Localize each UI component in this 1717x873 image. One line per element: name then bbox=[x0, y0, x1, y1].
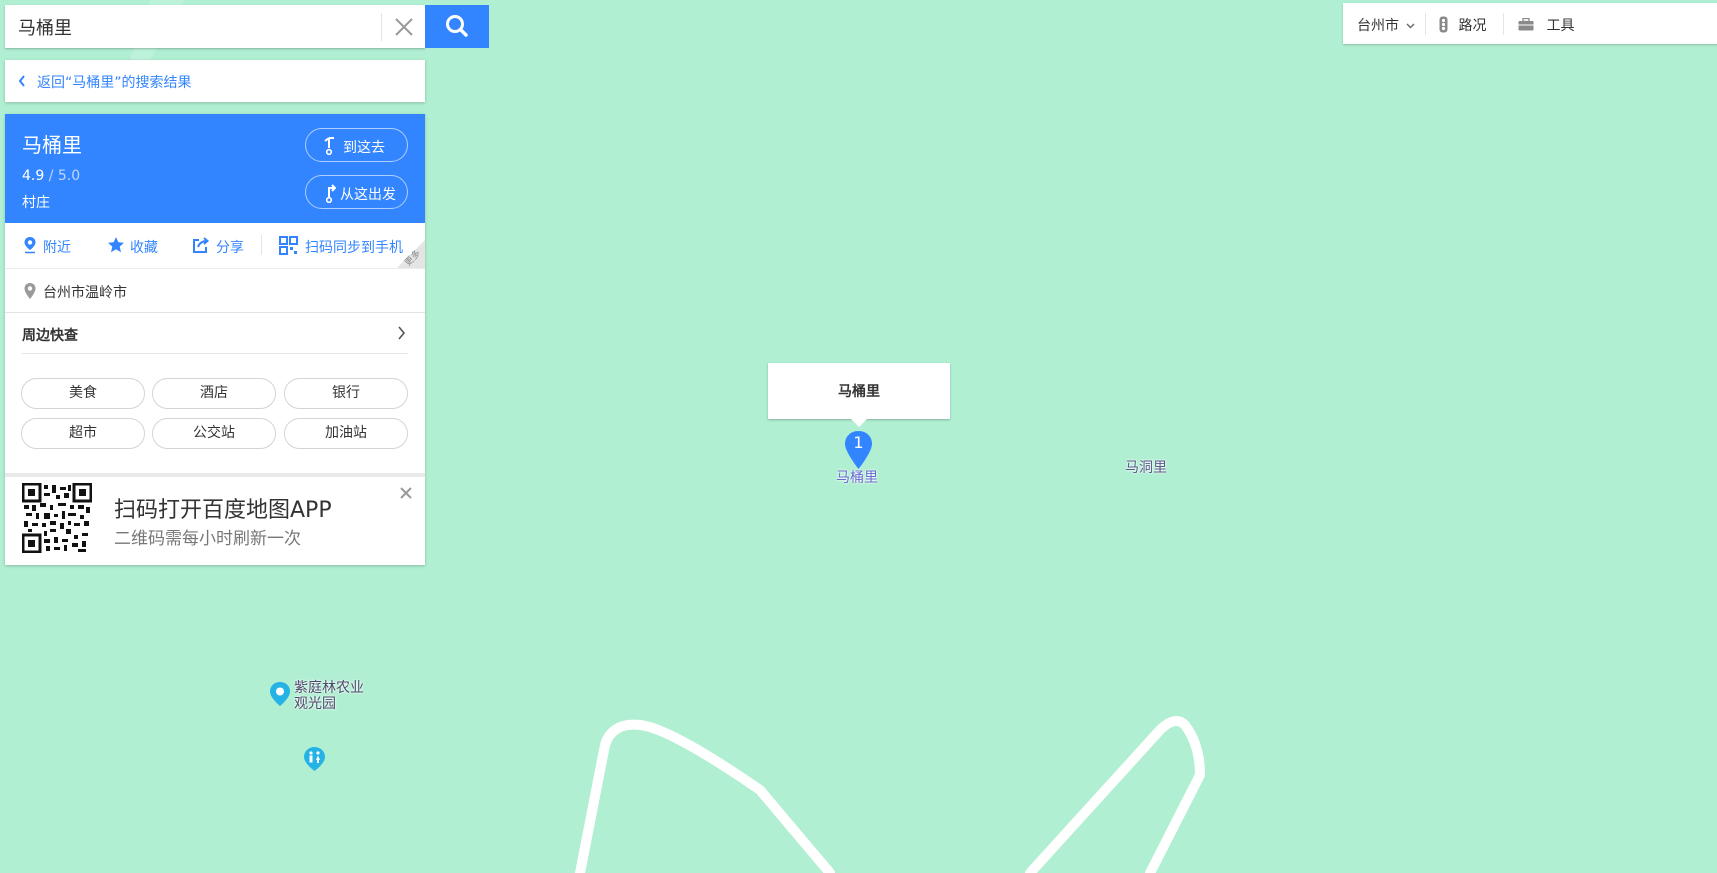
qr-promo-subtitle: 二维码需每小时刷新一次 bbox=[114, 529, 301, 549]
back-to-results-bar[interactable]: 返回“马桶里”的搜索结果 bbox=[5, 60, 425, 102]
restroom-icon bbox=[304, 747, 325, 771]
traffic-button[interactable]: 路况 bbox=[1439, 15, 1486, 35]
qr-code bbox=[22, 483, 92, 553]
qr-scan-icon bbox=[279, 236, 298, 255]
rating-value: 4.9 bbox=[22, 168, 45, 184]
map-info-popup[interactable]: 马桶里 bbox=[768, 363, 950, 427]
poi-title: 马桶里 bbox=[22, 133, 82, 157]
actions-divider bbox=[261, 235, 262, 255]
sync-label: 扫码同步到手机 bbox=[305, 240, 403, 256]
poi-address-row: 台州市温岭市 bbox=[5, 269, 425, 313]
share-icon bbox=[193, 237, 210, 253]
marker-number: 1 bbox=[853, 433, 864, 452]
rating-max: / 5.0 bbox=[44, 168, 81, 184]
nearby-tag-bus-stop[interactable]: 公交站 bbox=[152, 418, 276, 449]
location-marker-icon bbox=[24, 283, 36, 299]
app-qr-promo: 扫码打开百度地图APP 二维码需每小时刷新一次 bbox=[5, 473, 425, 565]
share-label: 分享 bbox=[216, 240, 244, 256]
nearby-divider bbox=[22, 353, 408, 354]
nearby-label: 附近 bbox=[43, 240, 71, 256]
search-input[interactable] bbox=[5, 5, 377, 48]
park-poi-marker[interactable] bbox=[269, 681, 291, 707]
search-icon bbox=[446, 15, 468, 37]
nearby-tag-food[interactable]: 美食 bbox=[21, 378, 145, 409]
close-icon bbox=[395, 18, 413, 36]
start-here-button[interactable]: 从这出发 bbox=[305, 175, 408, 209]
nearby-tag-gas-station[interactable]: 加油站 bbox=[284, 418, 408, 449]
close-icon[interactable] bbox=[399, 486, 413, 500]
route-to-icon bbox=[324, 137, 334, 156]
nearby-tag-supermarket[interactable]: 超市 bbox=[21, 418, 145, 449]
map-toolbar: 台州市 路况 工具 bbox=[1343, 3, 1717, 44]
toolbar-divider bbox=[1503, 13, 1504, 35]
restroom-poi-marker[interactable] bbox=[303, 746, 326, 772]
toolbar-divider bbox=[1425, 13, 1426, 35]
clear-search-button[interactable] bbox=[381, 13, 426, 41]
back-link-label: 返回“马桶里”的搜索结果 bbox=[37, 75, 192, 91]
search-button[interactable] bbox=[425, 5, 489, 48]
tools-label: 工具 bbox=[1546, 18, 1575, 34]
go-here-button[interactable]: 到这去 bbox=[305, 128, 408, 162]
poi-rating: 4.9 / 5.0 bbox=[22, 168, 80, 184]
popup-pointer bbox=[851, 419, 867, 427]
chevron-right-icon[interactable] bbox=[397, 325, 407, 341]
poi-address: 台州市温岭市 bbox=[43, 285, 127, 301]
chevron-left-icon bbox=[18, 75, 25, 87]
favorite-label: 收藏 bbox=[130, 240, 158, 256]
city-label: 台州市 bbox=[1357, 18, 1399, 34]
nearby-title: 周边快查 bbox=[22, 328, 78, 344]
traffic-light-icon bbox=[1439, 16, 1448, 33]
poi-actions-bar: 附近 收藏 分享 扫码同步到手机 更多 bbox=[5, 223, 425, 269]
poi-header: 马桶里 4.9 / 5.0 村庄 到这去 从这出发 bbox=[5, 114, 425, 223]
toolbox-icon bbox=[1518, 17, 1534, 31]
nearby-tag-hotel[interactable]: 酒店 bbox=[152, 378, 276, 409]
place-label[interactable]: 马洞里 bbox=[1125, 457, 1167, 477]
park-poi-label-line2[interactable]: 观光园 bbox=[294, 693, 336, 713]
search-box bbox=[5, 5, 425, 48]
poi-detail-card: 马桶里 4.9 / 5.0 村庄 到这去 从这出发 附近 收藏 分享 扫码同步到… bbox=[5, 114, 425, 565]
nearby-tag-bank[interactable]: 银行 bbox=[284, 378, 408, 409]
city-selector[interactable]: 台州市 bbox=[1357, 15, 1415, 35]
qr-promo-title: 扫码打开百度地图APP bbox=[114, 498, 332, 523]
poi-pin-icon bbox=[270, 682, 290, 706]
tools-button[interactable]: 工具 bbox=[1518, 15, 1574, 35]
result-marker[interactable]: 1 bbox=[844, 430, 873, 470]
poi-category: 村庄 bbox=[22, 195, 50, 211]
traffic-label: 路况 bbox=[1458, 18, 1487, 34]
more-corner-button[interactable]: 更多 bbox=[397, 240, 425, 268]
popup-title: 马桶里 bbox=[838, 384, 880, 400]
route-from-icon bbox=[325, 184, 336, 203]
go-here-label: 到这去 bbox=[343, 140, 385, 156]
location-pin-icon bbox=[24, 237, 36, 254]
star-icon bbox=[108, 237, 124, 253]
marker-label[interactable]: 马桶里 bbox=[836, 467, 878, 487]
chevron-down-icon bbox=[1406, 23, 1415, 29]
start-here-label: 从这出发 bbox=[340, 187, 396, 203]
